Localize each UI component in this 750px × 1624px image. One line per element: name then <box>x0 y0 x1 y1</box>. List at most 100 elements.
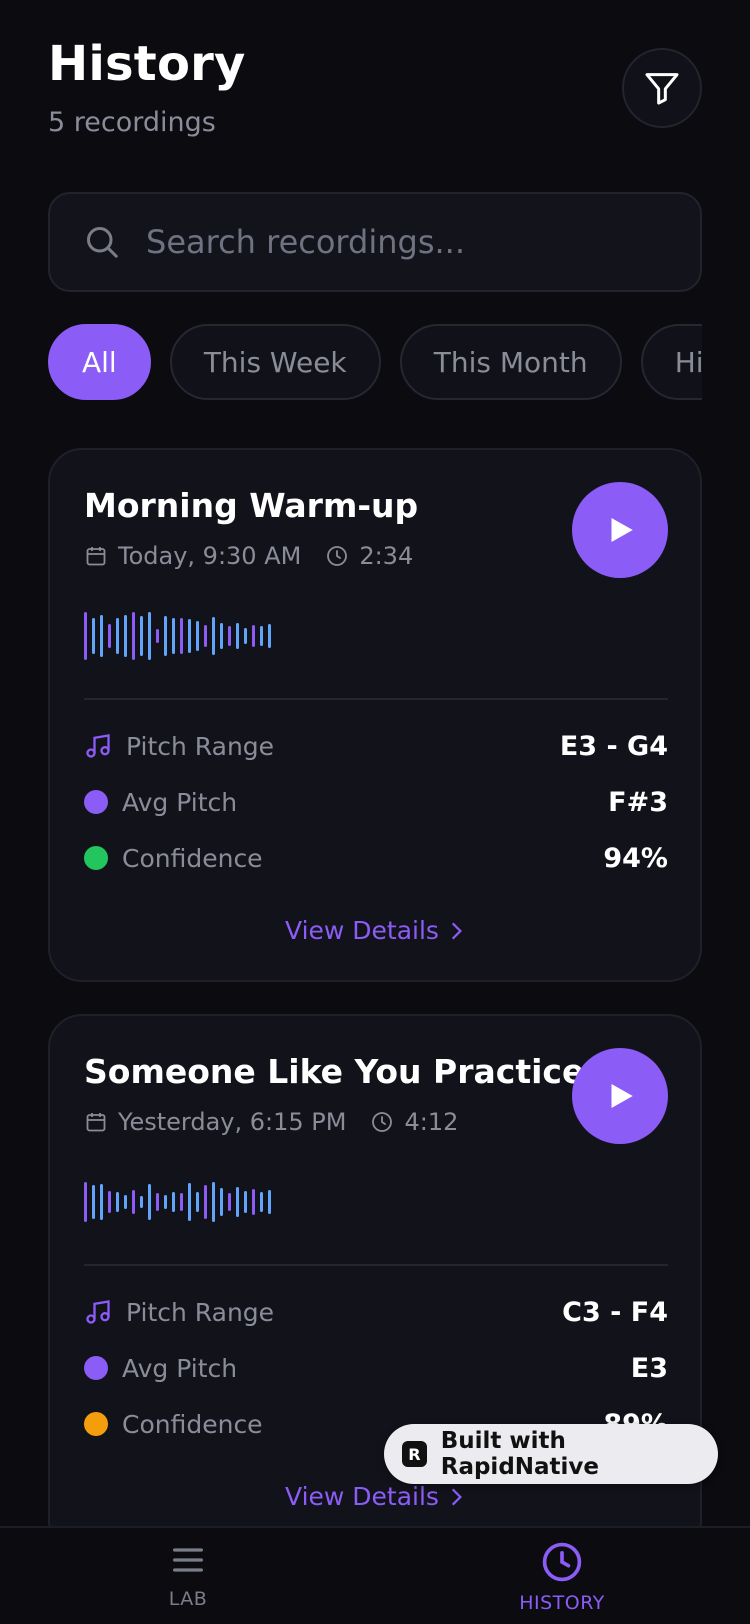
confidence-row: Confidence 94% <box>84 838 668 878</box>
confidence-dot <box>84 1412 108 1436</box>
view-details-label: View Details <box>285 1482 439 1511</box>
chip-this-month[interactable]: This Month <box>399 324 622 400</box>
play-icon <box>611 1083 633 1109</box>
waveform-bar <box>188 1183 191 1221</box>
waveform-bar <box>244 1191 247 1213</box>
calendar-icon <box>86 1113 106 1132</box>
waveform-bar <box>220 623 223 649</box>
waveform-bar <box>100 615 103 657</box>
avg-pitch-dot <box>84 1356 108 1380</box>
confidence-label: Confidence <box>122 843 263 873</box>
chip-this-week[interactable]: This Week <box>169 324 381 400</box>
waveform-bar <box>236 1187 239 1217</box>
recording-duration: 4:12 <box>404 1108 459 1136</box>
waveform-bar <box>236 623 239 649</box>
waveform-bar <box>164 1195 167 1209</box>
waveform-bar <box>260 626 263 646</box>
clock-icon <box>542 1542 582 1582</box>
waveform <box>84 610 276 662</box>
chip-high[interactable]: High <box>640 324 702 400</box>
recording-title: Morning Warm-up <box>84 486 419 525</box>
avg-pitch-label: Avg Pitch <box>122 1353 238 1383</box>
built-with-badge[interactable]: R Built with RapidNative <box>384 1424 718 1484</box>
waveform-bar <box>92 1185 95 1219</box>
pitch-range-label: Pitch Range <box>126 731 275 761</box>
waveform-bar <box>132 1190 135 1214</box>
view-details-link[interactable]: View Details <box>50 1482 700 1511</box>
waveform-bar <box>172 1192 175 1212</box>
waveform-bar <box>196 1192 199 1212</box>
pitch-range-label: Pitch Range <box>126 1297 275 1327</box>
waveform-bar <box>220 1188 223 1216</box>
waveform-bar <box>268 1190 271 1214</box>
waveform-bar <box>268 624 271 648</box>
waveform-bar <box>124 1195 127 1209</box>
confidence-value: 94% <box>603 842 668 874</box>
waveform-bar <box>204 1185 207 1219</box>
history-screen: History 5 recordings Search recordings..… <box>0 0 750 1624</box>
waveform-bar <box>212 617 215 655</box>
waveform-bar <box>108 1191 111 1213</box>
badge-label: Built with RapidNative <box>440 1428 600 1480</box>
waveform-bar <box>260 1192 263 1212</box>
recording-card[interactable]: Morning Warm-up Today, 9:30 AM 2:34 Pitc… <box>48 448 702 982</box>
recordings-count: 5 recordings <box>48 107 216 138</box>
divider <box>84 1264 668 1266</box>
waveform-bar <box>180 618 183 654</box>
avg-pitch-row: Avg Pitch E3 <box>84 1348 668 1388</box>
waveform-bar <box>204 625 207 647</box>
recording-meta: Yesterday, 6:15 PM 4:12 <box>84 1108 458 1136</box>
filter-button[interactable] <box>622 48 702 128</box>
rapidnative-logo-icon: R <box>402 1441 427 1467</box>
play-button[interactable] <box>572 1048 668 1144</box>
filter-icon <box>645 73 679 105</box>
pitch-range-row: Pitch Range C3 - F4 <box>84 1292 668 1332</box>
waveform-bar <box>124 615 127 657</box>
waveform-bar <box>116 618 119 654</box>
nav-label-lab: LAB <box>168 1588 208 1610</box>
waveform-bar <box>100 1184 103 1220</box>
waveform-bar <box>116 1192 119 1212</box>
menu-icon <box>173 1548 203 1572</box>
pitch-range-row: Pitch Range E3 - G4 <box>84 726 668 766</box>
search-icon <box>87 227 118 258</box>
recording-date: Yesterday, 6:15 PM <box>118 1108 347 1136</box>
waveform-bar <box>180 1193 183 1211</box>
avg-pitch-value: F#3 <box>608 786 668 818</box>
waveform-bar <box>156 1193 159 1211</box>
waveform-bar <box>84 1182 87 1222</box>
calendar-icon <box>86 547 106 566</box>
nav-label-history: HISTORY <box>519 1592 605 1614</box>
clock-icon <box>372 1112 393 1132</box>
chevron-right-icon <box>451 922 462 939</box>
clock-icon <box>327 546 348 566</box>
filter-chips: All This Week This Month High <box>48 324 702 400</box>
page-title: History <box>48 36 246 92</box>
recording-meta: Today, 9:30 AM 2:34 <box>84 542 413 570</box>
confidence-dot <box>84 846 108 870</box>
waveform-bar <box>140 1196 143 1208</box>
waveform-bar <box>148 612 151 660</box>
play-button[interactable] <box>572 482 668 578</box>
nav-item-lab[interactable]: LAB <box>108 1540 268 1610</box>
recording-duration: 2:34 <box>359 542 414 570</box>
waveform <box>84 1176 276 1228</box>
waveform-bar <box>188 619 191 653</box>
avg-pitch-row: Avg Pitch F#3 <box>84 782 668 822</box>
nav-item-history[interactable]: HISTORY <box>482 1540 642 1614</box>
waveform-bar <box>228 626 231 646</box>
view-details-link[interactable]: View Details <box>50 916 700 945</box>
search-placeholder: Search recordings... <box>146 223 465 261</box>
music-note-icon <box>86 1300 110 1324</box>
waveform-bar <box>228 1193 231 1211</box>
view-details-label: View Details <box>285 916 439 945</box>
pitch-range-value: C3 - F4 <box>562 1296 668 1328</box>
play-icon <box>611 517 633 543</box>
search-input[interactable]: Search recordings... <box>48 192 702 292</box>
waveform-bar <box>212 1182 215 1222</box>
confidence-label: Confidence <box>122 1409 263 1439</box>
waveform-bar <box>156 629 159 643</box>
chip-all[interactable]: All <box>48 324 151 400</box>
recording-title: Someone Like You Practice <box>84 1052 585 1091</box>
avg-pitch-dot <box>84 790 108 814</box>
